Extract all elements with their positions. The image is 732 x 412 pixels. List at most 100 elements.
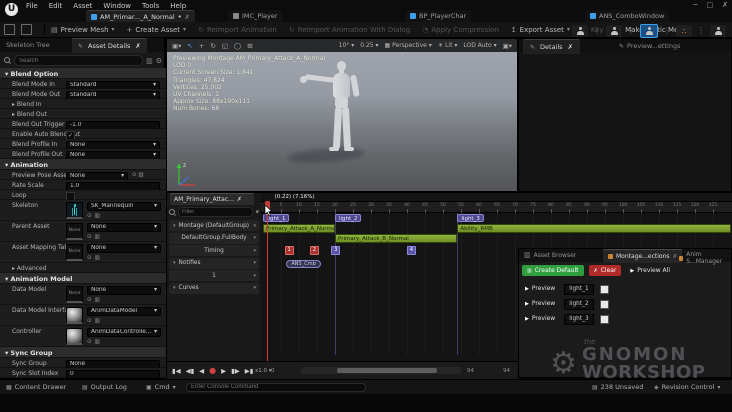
tab-asset-details[interactable]: ✎ Asset Details ✗	[72, 38, 147, 53]
active-mode-icon-button[interactable]	[640, 24, 658, 38]
cmd-dropdown[interactable]: ▣ Cmd ▾	[146, 383, 176, 391]
asset-thumbnail[interactable]	[66, 306, 83, 324]
sync-browser-icon-button[interactable]: ∴	[676, 25, 692, 37]
anim-segment-primary_attack_a_normal[interactable]: Primary_Attack_A_Normal	[263, 224, 335, 233]
section-checkbox[interactable]	[600, 285, 609, 294]
notify-state-ans-combowindow[interactable]: ANS_Cmb	[286, 260, 321, 268]
montage-track-notifies[interactable]: ▾ Notifies ▾	[169, 257, 259, 269]
timeline-marker-1[interactable]: 1	[284, 246, 294, 255]
grid-snap-icon[interactable]: ⊞	[247, 42, 252, 50]
filter-options-icon[interactable]: ▾	[255, 208, 259, 216]
timeline-ruler[interactable]: 5 10 15 20 25 30 35 40 45 50 55 60 65 70 75 80 85 90 95 100…	[261, 201, 732, 213]
expander-label[interactable]: ▸ Blend Out	[12, 111, 47, 118]
lod-dropdown[interactable]: LOD Auto ▾	[463, 42, 496, 49]
section-name-field[interactable]: light_3	[564, 314, 594, 325]
tab-asset-browser[interactable]: ▥ Asset Browser	[524, 251, 576, 259]
rotation-snap-value[interactable]: 10° ▾	[339, 42, 355, 49]
timeline-scrollbar[interactable]	[301, 367, 461, 374]
close-window-button[interactable]: ✗	[722, 1, 728, 10]
asset-dropdown[interactable]: None ▾	[87, 285, 161, 295]
timeline-marker-2[interactable]: 2	[309, 246, 319, 255]
preview-mesh-button[interactable]: ▤ Preview Mesh ▾	[51, 26, 115, 34]
preview-section-button[interactable]: ▶ Preview	[525, 315, 555, 322]
expander-label[interactable]: ▸ Blend In	[12, 101, 41, 108]
tab-details[interactable]: ✎ Details ✗	[523, 39, 581, 54]
tab-anim-slot-manager[interactable]: Anim S...Manager	[679, 251, 731, 265]
preview-animation-icon-button[interactable]	[606, 25, 622, 37]
tab-skeleton-tree[interactable]: Skeleton Tree	[6, 41, 50, 49]
montage-track-timing[interactable]: Timing ▾	[169, 245, 259, 256]
asset-dropdown[interactable]: None ▾	[87, 222, 161, 232]
tab-montage-asset[interactable]: AM_Primary_Attac... ✗	[170, 193, 254, 205]
unsaved-assets-button[interactable]: ▤ 238 Unsaved	[592, 383, 643, 391]
asset-tab-2[interactable]: IMC_Player	[228, 10, 283, 22]
close-tab-icon[interactable]: ✗	[568, 43, 573, 51]
preview-section-button[interactable]: ▶ Preview	[525, 285, 555, 292]
chevron-down-icon[interactable]: ▾	[253, 260, 256, 266]
asset-action-icons[interactable]: ⊙▥	[87, 339, 161, 345]
section-checkbox[interactable]	[600, 300, 609, 309]
timeline-playhead[interactable]	[264, 201, 270, 361]
chevron-down-icon[interactable]: ▾	[253, 223, 256, 229]
settings-icon-button[interactable]	[710, 25, 726, 37]
asset-tab-3[interactable]: BP_PlayerChar	[405, 10, 472, 22]
preview-viewport[interactable]: ▣▾ ↖ + ↻ ◱ ◯ ⊞ 10° ▾ 0.25 ▾ ▦ Perspectiv…	[166, 38, 518, 192]
scale-tool-icon[interactable]: ◱	[222, 42, 228, 50]
property-input[interactable]: 0	[66, 369, 160, 379]
maximize-window-button[interactable]: □	[707, 1, 714, 10]
chevron-down-icon[interactable]: ▾	[253, 248, 256, 254]
play-button[interactable]: ▶	[221, 367, 226, 375]
step-back-button[interactable]: ◀▮	[186, 367, 195, 375]
save-icon[interactable]	[4, 24, 15, 35]
details-search-input[interactable]	[14, 55, 144, 66]
asset-action-icons[interactable]: ⊙▥	[87, 213, 161, 219]
options-dots-icon[interactable]: ⋮	[663, 27, 671, 35]
use-selected-icon[interactable]: ⊙ ▥	[132, 172, 144, 178]
playback-speed-dropdown[interactable]: x1.0 ▾	[255, 368, 272, 374]
chevron-down-icon[interactable]: ▾	[253, 273, 256, 279]
asset-dropdown[interactable]: None ▾	[87, 243, 161, 253]
perspective-dropdown[interactable]: ▦ Perspective ▾	[385, 42, 432, 49]
export-asset-button[interactable]: ↥ Export Asset ▾	[511, 26, 570, 34]
montage-track-curves[interactable]: ▾ Curves ▾	[169, 282, 259, 294]
asset-thumbnail[interactable]: None	[66, 285, 83, 303]
close-tab-icon[interactable]: ✗	[185, 14, 190, 21]
scale-snap-value[interactable]: 0.25 ▾	[360, 42, 378, 49]
revision-control-button[interactable]: ◈ Revision Control ▾	[654, 383, 720, 391]
asset-thumbnail[interactable]	[66, 327, 83, 345]
asset-action-icons[interactable]: ⊙▥	[87, 297, 161, 303]
browse-to-asset-icon[interactable]	[21, 24, 32, 35]
menu-edit[interactable]: Edit	[49, 1, 63, 11]
close-tab-icon[interactable]: ✗	[237, 196, 242, 203]
asset-dropdown[interactable]: AnimDataModel ▾	[87, 306, 161, 316]
move-tool-icon[interactable]: +	[199, 42, 204, 50]
montage-track-montage-defaultgroup-[interactable]: ▾ Montage (DefaultGroup) ▾	[169, 220, 259, 231]
camera-options-icon[interactable]: ▣▾	[172, 42, 181, 50]
character-icon-button[interactable]	[572, 25, 588, 37]
chevron-down-icon[interactable]: ▾	[253, 285, 256, 291]
screenshot-icon[interactable]: ▣▾	[503, 42, 512, 50]
chevron-down-icon[interactable]: ▾	[253, 235, 256, 241]
step-forward-button[interactable]: ▮▶	[231, 367, 240, 375]
asset-action-icons[interactable]: ⊙▥	[87, 234, 161, 240]
timeline-marker-4[interactable]: 4	[407, 246, 416, 255]
preview-all-button[interactable]: ▶ Preview All	[626, 265, 674, 276]
timeline-marker-3[interactable]: 3	[331, 246, 341, 255]
section-checkbox[interactable]	[600, 315, 609, 324]
to-end-button[interactable]: ▶▮	[245, 367, 254, 375]
output-log-button[interactable]: ▤ Output Log	[82, 383, 127, 391]
montage-section-light_3[interactable]: light_3	[457, 214, 484, 222]
montage-track-1[interactable]: 1 ▾	[169, 270, 259, 281]
world-local-toggle-icon[interactable]: ◯	[234, 42, 241, 50]
asset-tab-4[interactable]: ANS_ComboWindow	[585, 10, 670, 22]
close-tab-icon[interactable]: ✗	[673, 254, 678, 260]
console-command-input[interactable]	[186, 382, 366, 392]
section-name-field[interactable]: light_2	[564, 299, 594, 310]
anim-segment-primary_attack_b_normal[interactable]: Primary_Attack_B_Normal	[335, 234, 458, 243]
tab-montage-sections[interactable]: Montage...ections ✗	[603, 249, 683, 263]
to-front-button[interactable]: ▮◀	[172, 367, 181, 375]
content-drawer-button[interactable]: ▦ Content Drawer	[6, 383, 66, 391]
asset-thumbnail[interactable]	[66, 201, 83, 219]
minimize-window-button[interactable]: ─	[693, 1, 697, 10]
create-asset-button[interactable]: + Create Asset ▾	[127, 26, 187, 34]
